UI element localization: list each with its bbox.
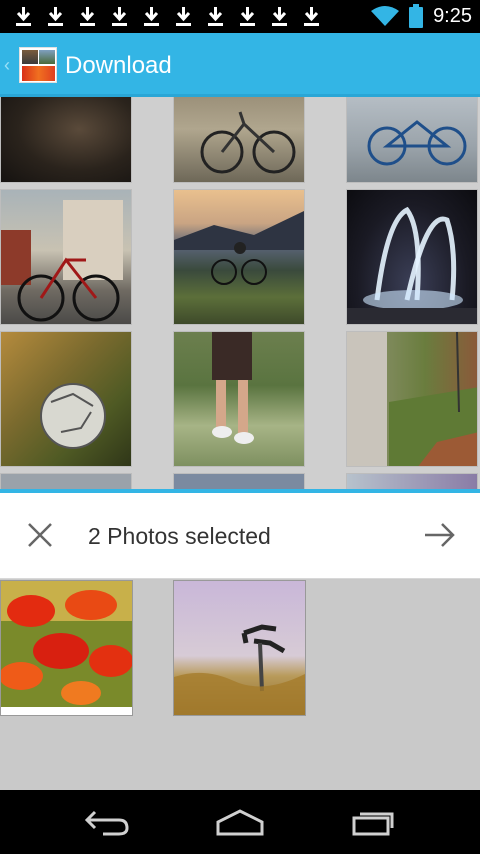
download-icon xyxy=(142,5,161,27)
back-icon[interactable] xyxy=(77,806,137,838)
download-icon xyxy=(302,5,321,27)
selected-photo-bike-handlebar[interactable] xyxy=(173,580,306,716)
status-time: 9:25 xyxy=(433,5,472,27)
photo-cyclist-sunset[interactable] xyxy=(173,189,305,325)
download-icon xyxy=(46,5,65,27)
download-icon xyxy=(78,5,97,27)
selection-bar: 2 Photos selected xyxy=(0,489,480,579)
close-icon[interactable] xyxy=(18,513,62,557)
photo-dark-portrait[interactable] xyxy=(0,97,132,183)
status-indicators: 9:25 xyxy=(371,3,472,29)
action-bar: ‹ Download xyxy=(0,33,480,97)
battery-icon xyxy=(409,4,424,28)
wifi-icon xyxy=(371,6,400,26)
gallery-thumbnail-icon[interactable] xyxy=(19,47,57,83)
selected-photo-poppies[interactable] xyxy=(0,580,133,716)
recents-icon[interactable] xyxy=(344,806,404,838)
photo-partial-3[interactable] xyxy=(346,473,478,489)
arrow-right-icon[interactable] xyxy=(418,513,462,557)
photo-soccer-ball[interactable] xyxy=(0,331,132,467)
download-icon xyxy=(238,5,257,27)
home-icon[interactable] xyxy=(210,806,270,838)
up-caret-icon[interactable]: ‹ xyxy=(4,55,10,76)
photo-fountain-night[interactable] xyxy=(346,189,478,325)
photo-runner-legs[interactable] xyxy=(173,331,305,467)
status-bar: 9:25 xyxy=(0,0,480,33)
download-icon xyxy=(174,5,193,27)
photo-partial-2[interactable] xyxy=(173,473,305,489)
selection-title: 2 Photos selected xyxy=(88,523,271,549)
navigation-bar xyxy=(0,790,480,854)
download-icon xyxy=(270,5,289,27)
photo-bicycles-wall[interactable] xyxy=(173,97,305,183)
download-icon xyxy=(14,5,33,27)
selected-tray xyxy=(0,579,480,790)
photo-grid xyxy=(0,97,480,489)
photo-blue-bicycle[interactable] xyxy=(346,97,478,183)
photo-bicycle-street[interactable] xyxy=(0,189,132,325)
notification-icons xyxy=(14,5,321,27)
page-title[interactable]: Download xyxy=(65,51,172,81)
download-icon xyxy=(110,5,129,27)
photo-swing-park[interactable] xyxy=(346,331,478,467)
photo-partial-1[interactable] xyxy=(0,473,132,489)
download-icon xyxy=(206,5,225,27)
